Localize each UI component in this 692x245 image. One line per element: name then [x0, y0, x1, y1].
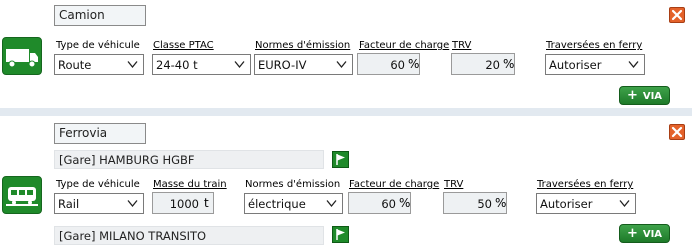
close-icon	[671, 126, 683, 138]
train-mass-unit: t	[204, 196, 209, 210]
chevron-down-icon	[326, 200, 337, 208]
rail-leg-name-input[interactable]: Ferrovia	[54, 123, 146, 144]
rail-load-factor-label[interactable]: Facteur de charge	[349, 179, 439, 190]
chevron-down-icon	[619, 200, 630, 208]
rail-vehicle-type-select[interactable]: Rail	[54, 193, 144, 214]
rail-mode-icon	[2, 176, 42, 214]
flag-icon	[336, 154, 345, 165]
via-label: VIA	[642, 229, 663, 240]
rail-vehicle-type-value: Rail	[58, 197, 80, 211]
train-mass-label[interactable]: Masse du train	[153, 179, 227, 190]
chevron-down-icon	[127, 200, 138, 208]
rail-ferry-value: Autoriser	[540, 197, 593, 211]
rail-trv-unit: %	[495, 196, 507, 210]
rail-leg-close-button[interactable]	[669, 124, 685, 140]
flag-icon	[336, 229, 345, 240]
rail-load-factor-unit: %	[399, 196, 411, 210]
rail-ferry-label[interactable]: Traversées en ferry	[537, 179, 633, 190]
rail-leg-section: Ferrovia [Gare] HAMBURG HGBF Type de véh…	[0, 0, 692, 245]
destination-station-field[interactable]: [Gare] MILANO TRANSITO	[54, 226, 324, 245]
rail-emission-norm-select[interactable]: électrique	[244, 193, 343, 214]
origin-station-field[interactable]: [Gare] HAMBURG HGBF	[54, 150, 324, 169]
rail-emission-norm-value: électrique	[248, 197, 306, 211]
origin-station-button[interactable]	[332, 151, 349, 168]
rail-ferry-select[interactable]: Autoriser	[536, 193, 636, 214]
rail-vehicle-type-label: Type de véhicule	[56, 179, 140, 190]
plus-icon: +	[626, 226, 638, 241]
rail-trv-label[interactable]: TRV	[444, 179, 463, 190]
rail-emission-norm-label: Normes d'émission	[245, 179, 341, 190]
rail-add-via-button[interactable]: + VIA	[619, 224, 670, 243]
destination-station-button[interactable]	[332, 226, 349, 243]
